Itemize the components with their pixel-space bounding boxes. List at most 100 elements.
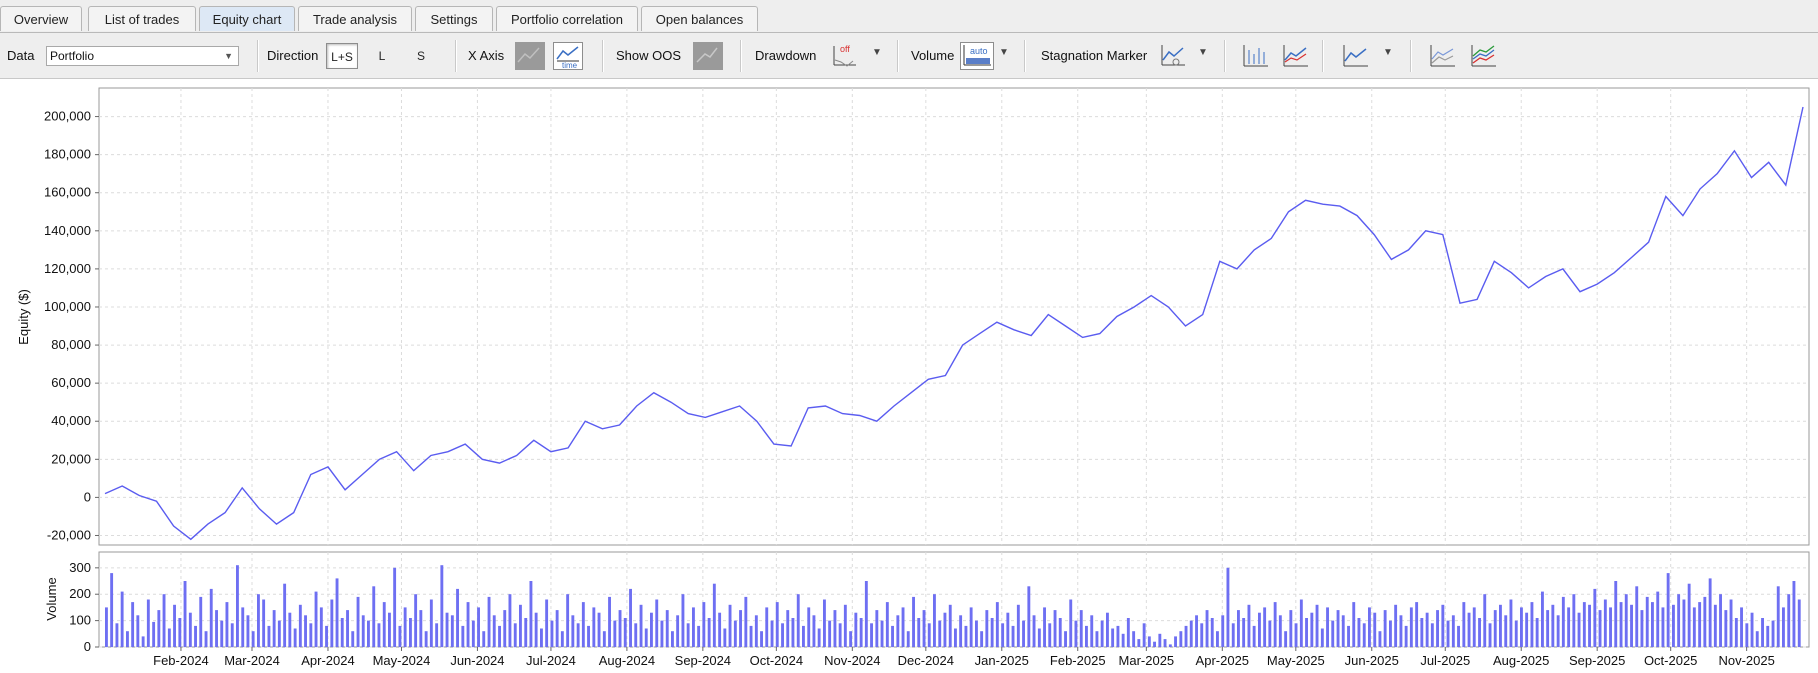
x-tick-label: Oct-2025 — [1644, 653, 1697, 668]
volume-bar — [257, 594, 260, 647]
volume-bar — [1126, 618, 1130, 647]
volume-bar — [870, 623, 873, 648]
volume-chevron-down-icon[interactable]: ▼ — [999, 47, 1009, 58]
volume-bar — [1635, 586, 1639, 647]
data-select[interactable]: Portfolio ▼ — [46, 46, 239, 66]
show-oos-button[interactable] — [693, 42, 723, 70]
volume-bar — [770, 620, 774, 647]
volume-bar — [639, 604, 643, 647]
x-axis-time-button[interactable]: time — [553, 42, 583, 70]
chart-line-chevron-down-icon[interactable]: ▼ — [1383, 47, 1393, 58]
volume-bar — [1734, 618, 1738, 647]
volume-bar — [194, 625, 197, 647]
volume-bar — [1640, 610, 1644, 647]
volume-bar — [1551, 604, 1555, 647]
stagnation-marker-button[interactable] — [1158, 42, 1188, 70]
volume-bar — [1740, 607, 1743, 647]
volume-bar — [492, 615, 496, 647]
chart-colored-lines-button[interactable] — [1468, 42, 1498, 70]
volume-bar — [120, 591, 124, 647]
tab-open-balances[interactable]: Open balances — [641, 6, 758, 31]
stagnation-marker-label: Stagnation Marker — [1041, 48, 1148, 63]
drawdown-icon: off — [833, 44, 856, 67]
volume-bar — [298, 604, 302, 647]
chart-compare-button[interactable] — [1280, 42, 1310, 70]
volume-bar — [864, 581, 868, 647]
volume-bar — [1106, 612, 1109, 647]
chart-line-button[interactable] — [1340, 42, 1370, 70]
volume-bar — [356, 596, 360, 647]
volume-bar — [629, 588, 632, 647]
volume-bar — [1310, 612, 1314, 647]
volume-y-axis-label: Volume — [44, 577, 59, 620]
stagnation-chevron-down-icon[interactable]: ▼ — [1198, 47, 1208, 58]
volume-bar — [1043, 607, 1046, 647]
volume-bar — [382, 602, 386, 647]
volume-bar — [309, 623, 313, 648]
volume-bar — [346, 610, 349, 647]
show-oos-label: Show OOS — [616, 48, 682, 63]
toolbar-divider — [602, 40, 603, 72]
volume-bar — [608, 596, 611, 647]
volume-bar — [854, 612, 858, 647]
volume-bar — [754, 615, 758, 647]
equity-y-tick-label: 200,000 — [44, 109, 91, 124]
volume-bar — [1525, 612, 1529, 647]
volume-bar — [760, 631, 763, 647]
volume-bar — [891, 625, 894, 647]
volume-label: Volume — [911, 48, 955, 63]
tab-list-of-trades[interactable]: List of trades — [88, 6, 196, 31]
equity-y-tick-label: 60,000 — [51, 375, 91, 390]
volume-bar — [896, 615, 900, 647]
volume-bar — [1357, 618, 1361, 647]
drawdown-button[interactable]: off — [829, 42, 859, 70]
x-tick-label: Jul-2024 — [526, 653, 576, 668]
volume-bar — [1493, 610, 1497, 647]
volume-bar — [927, 623, 931, 648]
toolbar-divider — [897, 40, 898, 72]
chart-bars-button[interactable] — [1240, 42, 1270, 70]
direction-long-button[interactable]: L — [367, 43, 397, 69]
direction-short-button[interactable]: S — [406, 43, 436, 69]
x-axis-trades-button[interactable] — [515, 42, 545, 70]
volume-bar — [1692, 607, 1696, 647]
volume-bar — [875, 610, 879, 647]
volume-bar — [519, 604, 522, 647]
volume-bar — [545, 599, 549, 647]
volume-bar — [592, 607, 596, 647]
equity-y-tick-label: 20,000 — [51, 451, 91, 466]
direction-long-short-button[interactable]: L+S — [326, 43, 358, 69]
tab-overview[interactable]: Overview — [0, 6, 82, 31]
tab-settings[interactable]: Settings — [415, 6, 493, 31]
tab-portfolio-correlation[interactable]: Portfolio correlation — [496, 6, 638, 31]
volume-bar — [1567, 607, 1571, 647]
volume-bar — [126, 631, 129, 647]
drawdown-chevron-down-icon[interactable]: ▼ — [872, 47, 882, 58]
volume-bar — [388, 612, 391, 647]
chart-multi-line-button[interactable] — [1427, 42, 1457, 70]
volume-bar — [1561, 596, 1565, 647]
tab-trade-analysis[interactable]: Trade analysis — [298, 6, 412, 31]
toolbar-divider — [740, 40, 741, 72]
tab-equity-chart[interactable]: Equity chart — [199, 6, 295, 31]
toolbar-divider — [257, 40, 258, 72]
volume-bar — [450, 615, 454, 647]
equity-y-tick-label: 40,000 — [51, 413, 91, 428]
volume-bar — [1022, 620, 1025, 647]
volume-bar — [560, 631, 564, 647]
volume-y-tick-label: 300 — [69, 560, 91, 575]
x-tick-label: Sep-2025 — [1569, 653, 1625, 668]
volume-bar — [1315, 604, 1319, 647]
x-tick-label: Feb-2024 — [153, 653, 209, 668]
x-axis-label: X Axis — [468, 48, 505, 63]
toolbar-divider — [455, 40, 456, 72]
volume-bar — [985, 610, 989, 647]
volume-bar — [1451, 615, 1455, 647]
volume-bar — [1027, 586, 1031, 647]
volume-bar — [1273, 602, 1277, 647]
volume-bar — [623, 618, 627, 647]
volume-button[interactable]: auto — [960, 42, 994, 70]
volume-bar — [115, 623, 119, 648]
volume-bar — [823, 599, 826, 647]
volume-bar — [1158, 633, 1162, 647]
